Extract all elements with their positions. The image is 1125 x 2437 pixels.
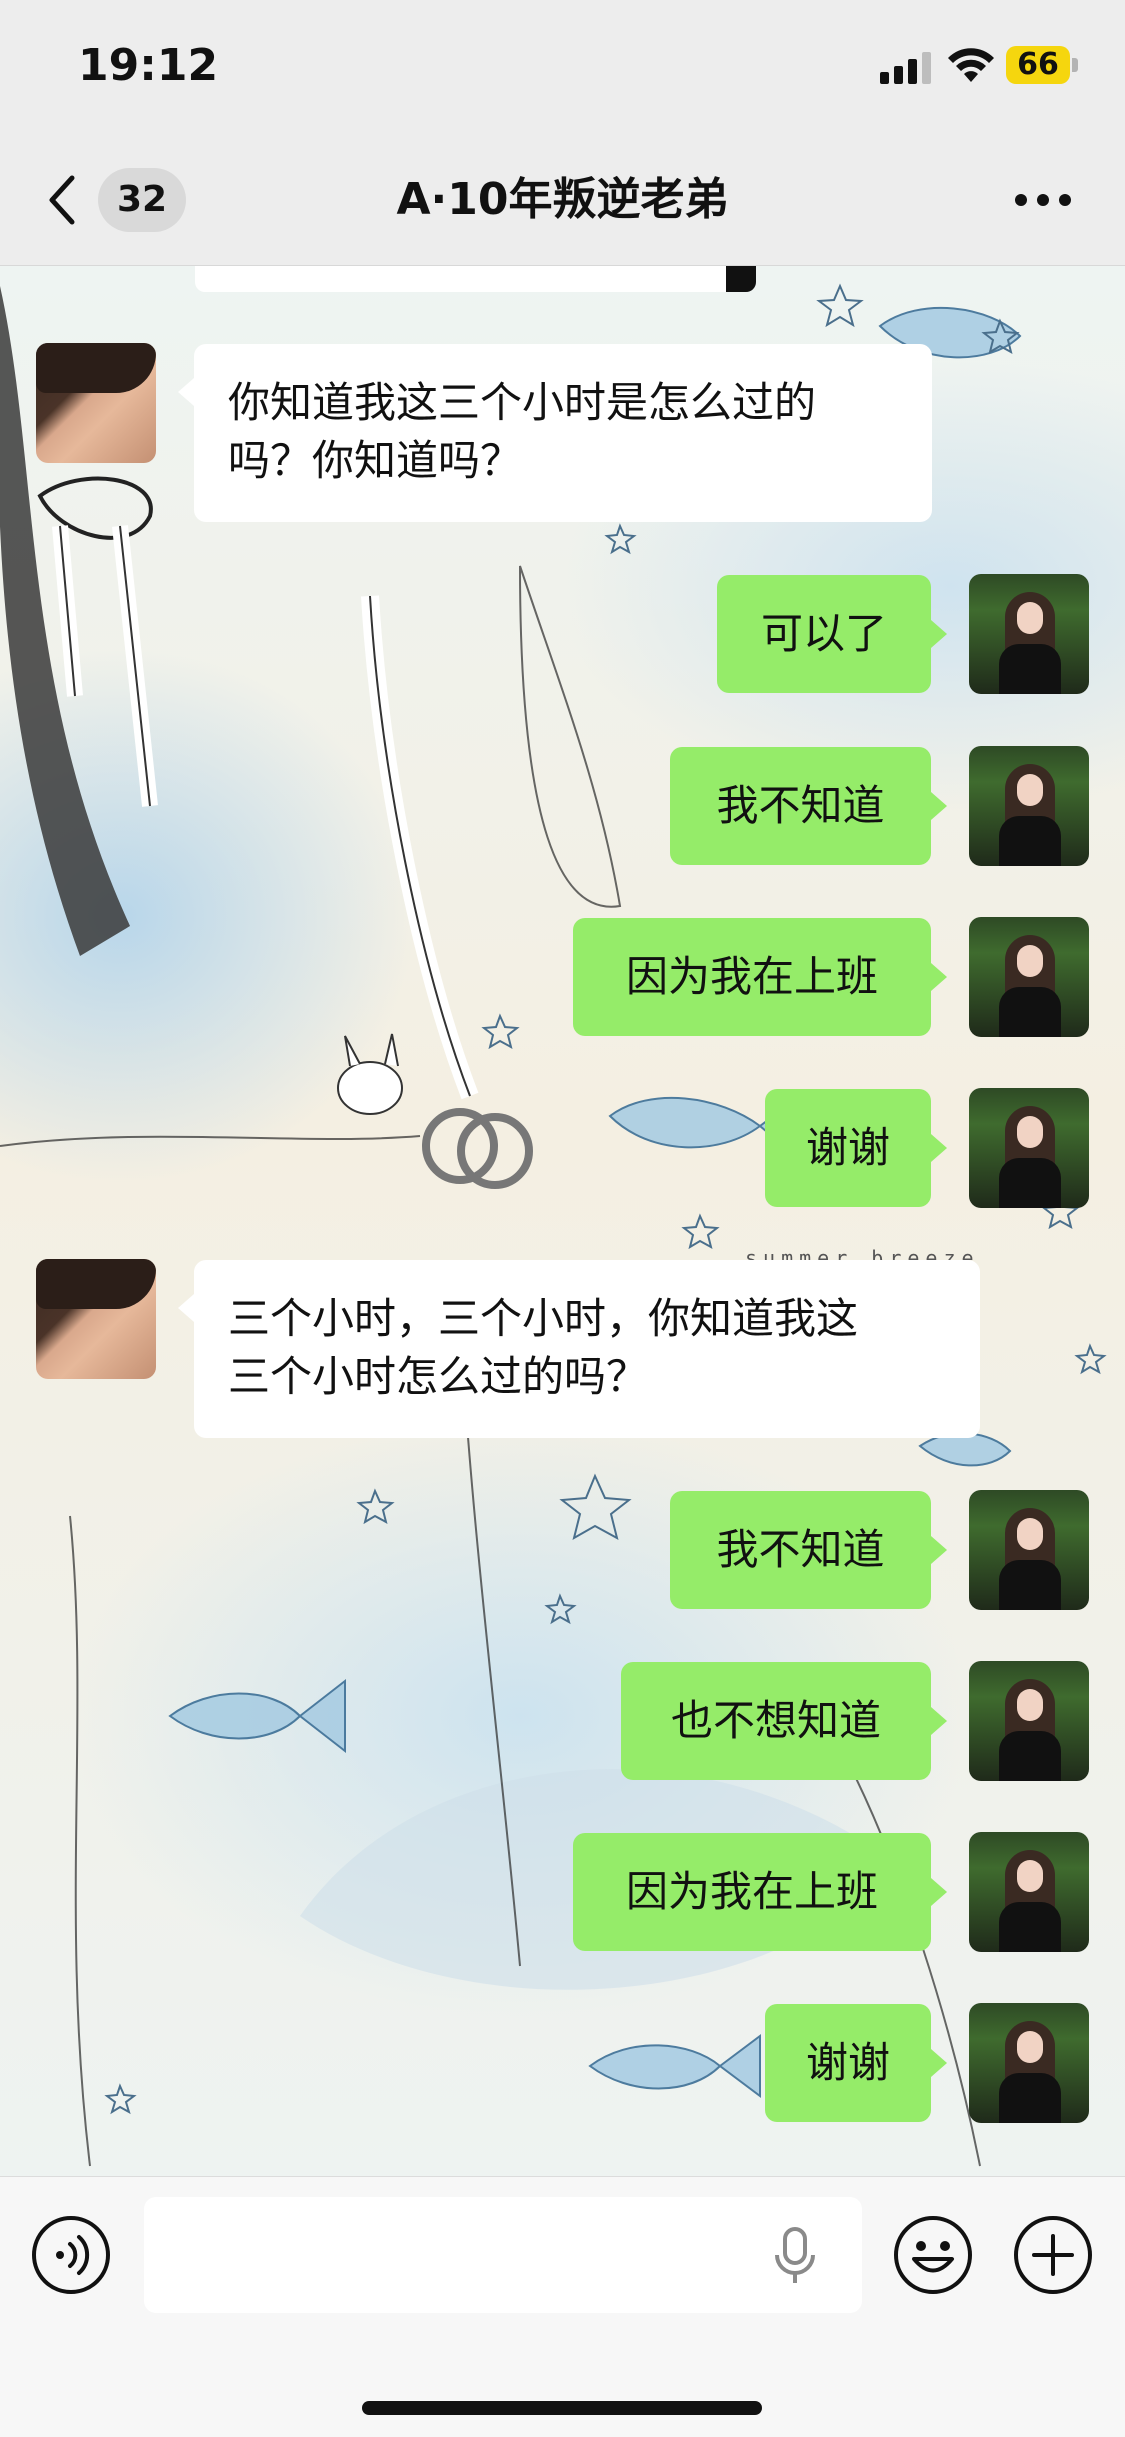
chevron-left-icon[interactable] <box>40 170 88 230</box>
chat-area[interactable]: 你知道我这三个小时是怎么过的 吗？你知道吗？ 可以了 我不知道 因为我在上班 谢… <box>0 266 1125 2176</box>
battery-icon: 66 <box>1006 46 1078 86</box>
my-avatar[interactable] <box>969 1088 1089 1208</box>
emoji-icon[interactable] <box>892 2214 974 2296</box>
message-bubble[interactable]: 三个小时，三个小时，你知道我这 三个小时怎么过的吗？ <box>194 1260 980 1438</box>
chat-background-illustration <box>0 283 1107 2167</box>
message-input[interactable] <box>144 2197 862 2313</box>
previous-message-edge-dark <box>726 266 756 292</box>
message-text-line: 你知道我这三个小时是怎么过的 <box>228 378 817 427</box>
status-time: 19:12 <box>78 40 219 91</box>
input-bar <box>0 2176 1125 2437</box>
unread-count-badge[interactable]: 32 <box>98 168 186 232</box>
my-avatar[interactable] <box>969 917 1089 1037</box>
message-text: 我不知道 <box>716 781 885 830</box>
previous-message-bubble-edge <box>195 266 755 292</box>
contact-avatar[interactable] <box>36 1259 156 1379</box>
status-bar: 19:12 66 <box>0 0 1125 150</box>
message-bubble[interactable]: 我不知道 <box>670 1491 931 1609</box>
message-bubble[interactable]: 我不知道 <box>670 747 931 865</box>
message-text: 我不知道 <box>716 1525 885 1574</box>
chat-header: A·10年叛逆老弟 32 <box>0 150 1125 266</box>
voice-input-icon[interactable] <box>30 2214 112 2296</box>
message-text: 也不想知道 <box>670 1696 881 1745</box>
home-indicator <box>362 2401 762 2415</box>
message-bubble[interactable]: 也不想知道 <box>621 1662 931 1780</box>
message-text-line: 三个小时，三个小时，你知道我这 <box>228 1294 859 1343</box>
message-text-line: 吗？你知道吗？ <box>228 436 523 485</box>
message-bubble[interactable]: 你知道我这三个小时是怎么过的 吗？你知道吗？ <box>194 344 932 522</box>
my-avatar[interactable] <box>969 1490 1089 1610</box>
my-avatar[interactable] <box>969 746 1089 866</box>
battery-level: 66 <box>1017 47 1059 82</box>
message-text: 谢谢 <box>805 2038 890 2087</box>
message-text: 因为我在上班 <box>625 952 878 1001</box>
message-text: 可以了 <box>760 609 887 658</box>
my-avatar[interactable] <box>969 1661 1089 1781</box>
message-bubble[interactable]: 可以了 <box>717 575 931 693</box>
message-bubble[interactable]: 因为我在上班 <box>573 918 931 1036</box>
contact-avatar[interactable] <box>36 343 156 463</box>
my-avatar[interactable] <box>969 574 1089 694</box>
cellular-signal-icon <box>880 50 932 84</box>
my-avatar[interactable] <box>969 1832 1089 1952</box>
message-text: 谢谢 <box>805 1123 890 1172</box>
more-dots-icon[interactable] <box>1015 190 1075 210</box>
message-text-line: 三个小时怎么过的吗？ <box>228 1352 649 1401</box>
message-text: 因为我在上班 <box>625 1867 878 1916</box>
message-bubble[interactable]: 谢谢 <box>765 1089 931 1207</box>
plus-icon[interactable] <box>1012 2214 1094 2296</box>
message-bubble[interactable]: 因为我在上班 <box>573 1833 931 1951</box>
microphone-icon[interactable] <box>770 2225 820 2287</box>
my-avatar[interactable] <box>969 2003 1089 2123</box>
message-bubble[interactable]: 谢谢 <box>765 2004 931 2122</box>
wifi-icon <box>948 48 994 82</box>
